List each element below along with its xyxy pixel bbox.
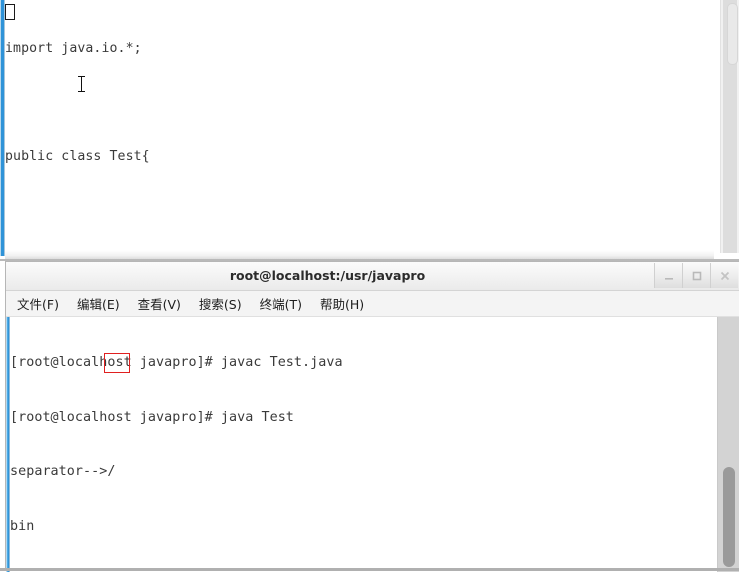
terminal-window: root@localhost:/usr/javapro 文件(F) 编辑(E) …	[5, 261, 739, 572]
minimize-button[interactable]	[654, 263, 682, 288]
maximize-button[interactable]	[682, 263, 710, 288]
code-editor-window: import java.io.*; public class Test{ pub…	[0, 0, 739, 262]
terminal-output-text[interactable]: [root@localhost javapro]# javac Test.jav…	[10, 317, 717, 572]
terminal-line: separator-->/	[10, 464, 116, 480]
code-line: import java.io.*;	[5, 41, 142, 56]
code-text-area[interactable]: import java.io.*; public class Test{ pub…	[5, 0, 714, 254]
menu-terminal[interactable]: 终端(T)	[257, 292, 305, 315]
terminal-line: bin	[10, 518, 35, 534]
terminal-scrollbar-thumb[interactable]	[723, 467, 735, 567]
terminal-titlebar[interactable]: root@localhost:/usr/javapro	[6, 262, 739, 291]
terminal-body[interactable]: [root@localhost javapro]# javac Test.jav…	[6, 317, 739, 572]
terminal-menubar: 文件(F) 编辑(E) 查看(V) 搜索(S) 终端(T) 帮助(H)	[6, 291, 739, 317]
window-controls	[654, 263, 738, 288]
menu-view[interactable]: 查看(V)	[135, 292, 184, 315]
editor-scrollbar-track[interactable]	[723, 0, 738, 253]
terminal-line: [root@localhost javapro]# java Test	[10, 409, 294, 425]
terminal-title-text: root@localhost:/usr/javapro	[229, 268, 426, 283]
editor-vertical-scrollbar[interactable]	[720, 0, 739, 253]
terminal-line: [root@localhost javapro]# javac Test.jav…	[10, 355, 343, 371]
close-button[interactable]	[710, 263, 738, 288]
editor-scrollbar-thumb[interactable]	[727, 3, 738, 65]
code-line: public class Test{	[5, 149, 150, 164]
menu-file[interactable]: 文件(F)	[14, 292, 62, 315]
menu-edit[interactable]: 编辑(E)	[74, 292, 123, 315]
editor-left-accent-rail-inner	[1, 0, 4, 256]
menu-search[interactable]: 搜索(S)	[196, 292, 245, 315]
terminal-vertical-scrollbar[interactable]	[717, 317, 739, 572]
menu-help[interactable]: 帮助(H)	[317, 292, 367, 315]
